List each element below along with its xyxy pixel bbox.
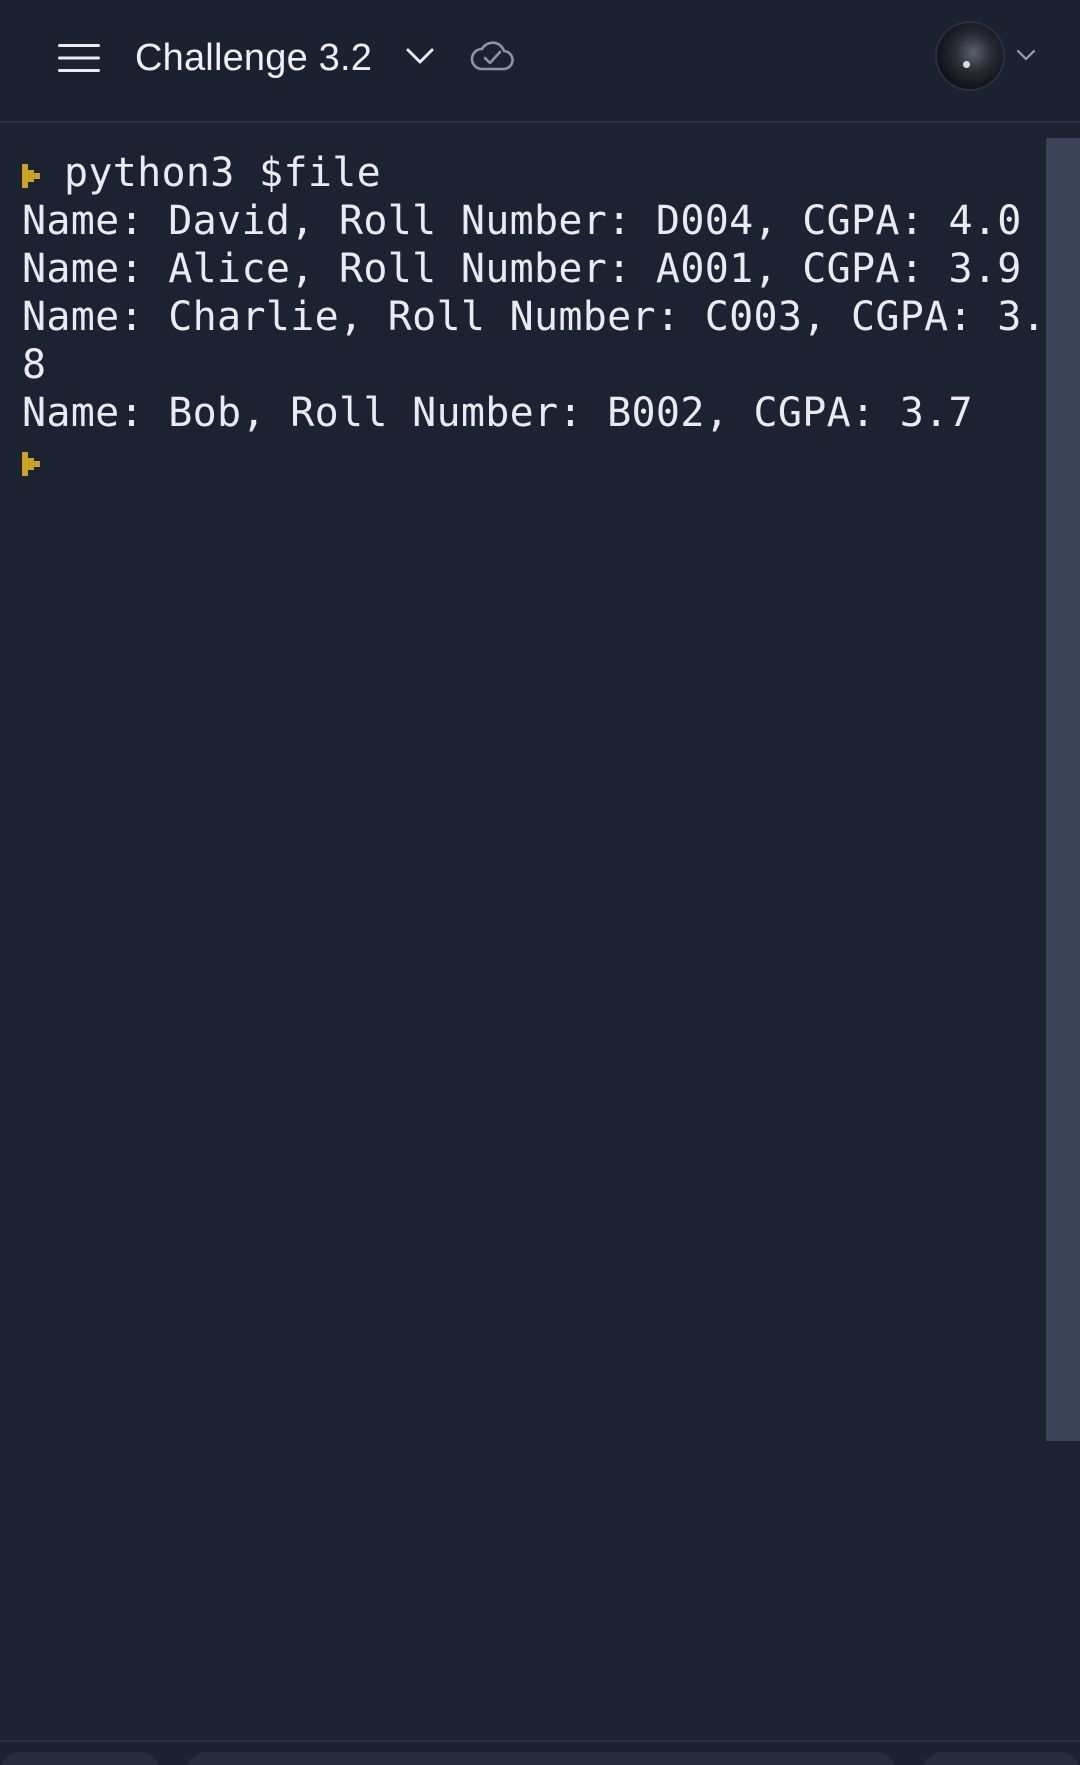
- scrollbar[interactable]: [1046, 138, 1080, 1441]
- top-bar: Challenge 3.2: [0, 0, 1080, 123]
- output-line: Name: David, Roll Number: D004, CGPA: 4.…: [22, 198, 1022, 244]
- prompt-arrow-icon: [22, 452, 40, 476]
- output-line: Name: Alice, Roll Number: A001, CGPA: 3.…: [22, 246, 1022, 292]
- output-line: Name: Charlie, Roll Number: C003, CGPA: …: [22, 294, 1047, 340]
- prompt-arrow-icon: [22, 164, 40, 188]
- user-avatar[interactable]: [937, 23, 1003, 89]
- chevron-down-icon[interactable]: [1016, 48, 1036, 62]
- prompt-line[interactable]: [22, 437, 1046, 485]
- chevron-down-icon[interactable]: [404, 44, 436, 68]
- bottom-tab[interactable]: [186, 1752, 896, 1765]
- output-line: Name: Bob, Roll Number: B002, CGPA: 3.7: [22, 390, 973, 436]
- command-line: python3 $file: [22, 149, 1046, 197]
- output-line: 8: [22, 342, 47, 388]
- bottom-tab[interactable]: [922, 1752, 1080, 1765]
- cloud-check-icon[interactable]: [470, 38, 514, 74]
- project-title[interactable]: Challenge 3.2: [135, 30, 372, 86]
- terminal-output[interactable]: python3 $file Name: David, Roll Number: …: [0, 123, 1046, 1733]
- bottom-tab[interactable]: [0, 1752, 160, 1765]
- command-text: python3 $file: [64, 150, 381, 196]
- hamburger-menu-icon[interactable]: [58, 44, 100, 72]
